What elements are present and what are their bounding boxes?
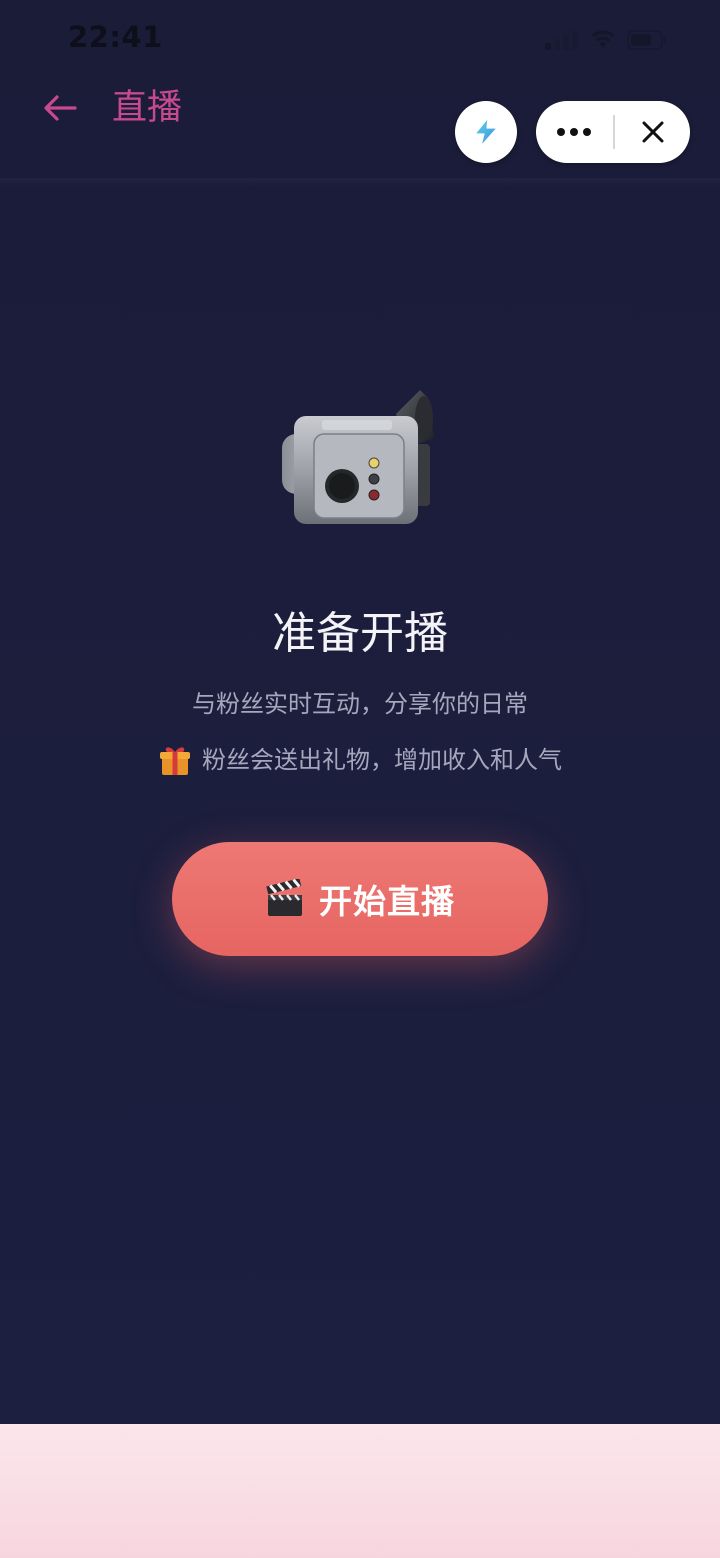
- header-divider: [0, 178, 720, 186]
- menu-capsule: [536, 101, 690, 163]
- gift-text: 粉丝会送出礼物，增加收入和人气: [202, 746, 562, 774]
- lightning-icon: [474, 117, 498, 147]
- more-dots-icon: [557, 128, 591, 136]
- more-button[interactable]: [536, 101, 612, 163]
- clapperboard-icon: [266, 879, 302, 916]
- bottom-panel: [0, 1424, 720, 1558]
- cellular-signal-icon: [545, 30, 579, 50]
- boost-button[interactable]: [455, 101, 517, 163]
- back-button[interactable]: [36, 84, 84, 132]
- close-button[interactable]: [615, 101, 690, 163]
- arrow-left-icon: [44, 95, 77, 121]
- live-setup-page: 22:41 直播 准备开播 与粉丝实时互动，分享你的日常 粉丝会送出礼物，增加收…: [0, 0, 720, 1558]
- wifi-icon: [591, 30, 615, 48]
- heading: 准备开播: [272, 608, 448, 659]
- page-title: 直播: [112, 88, 183, 128]
- battery-icon: [627, 30, 666, 50]
- gift-info: 粉丝会送出礼物，增加收入和人气: [0, 741, 720, 779]
- status-bar: 22:41: [0, 0, 720, 80]
- start-live-label: 开始直播: [319, 882, 455, 921]
- subtitle: 与粉丝实时互动，分享你的日常: [192, 690, 528, 718]
- gift-icon: [160, 747, 190, 775]
- video-camera-icon: [282, 390, 434, 524]
- start-live-button[interactable]: 开始直播: [172, 842, 548, 956]
- close-icon: [642, 121, 663, 143]
- status-time: 22:41: [68, 20, 163, 54]
